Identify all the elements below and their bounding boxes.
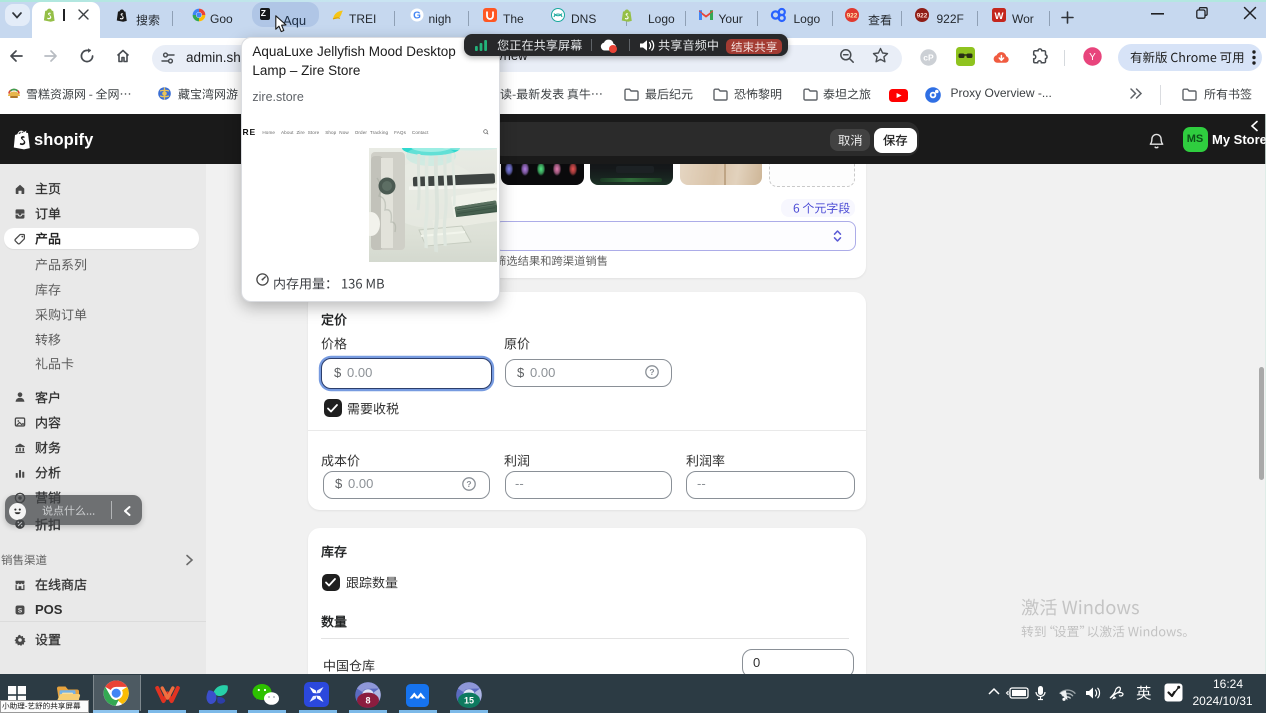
svg-text:?: ? — [466, 479, 471, 489]
svg-text:922: 922 — [917, 12, 928, 19]
svg-text:15: 15 — [464, 696, 474, 706]
svg-text:W: W — [994, 10, 1003, 21]
svg-text:8: 8 — [365, 696, 370, 706]
svg-text:G: G — [413, 10, 421, 21]
svg-text:Y: Y — [1089, 52, 1096, 63]
svg-text:cP: cP — [923, 53, 934, 63]
svg-text:922: 922 — [846, 12, 857, 19]
svg-text:S: S — [18, 607, 23, 614]
svg-text:?: ? — [649, 367, 654, 377]
